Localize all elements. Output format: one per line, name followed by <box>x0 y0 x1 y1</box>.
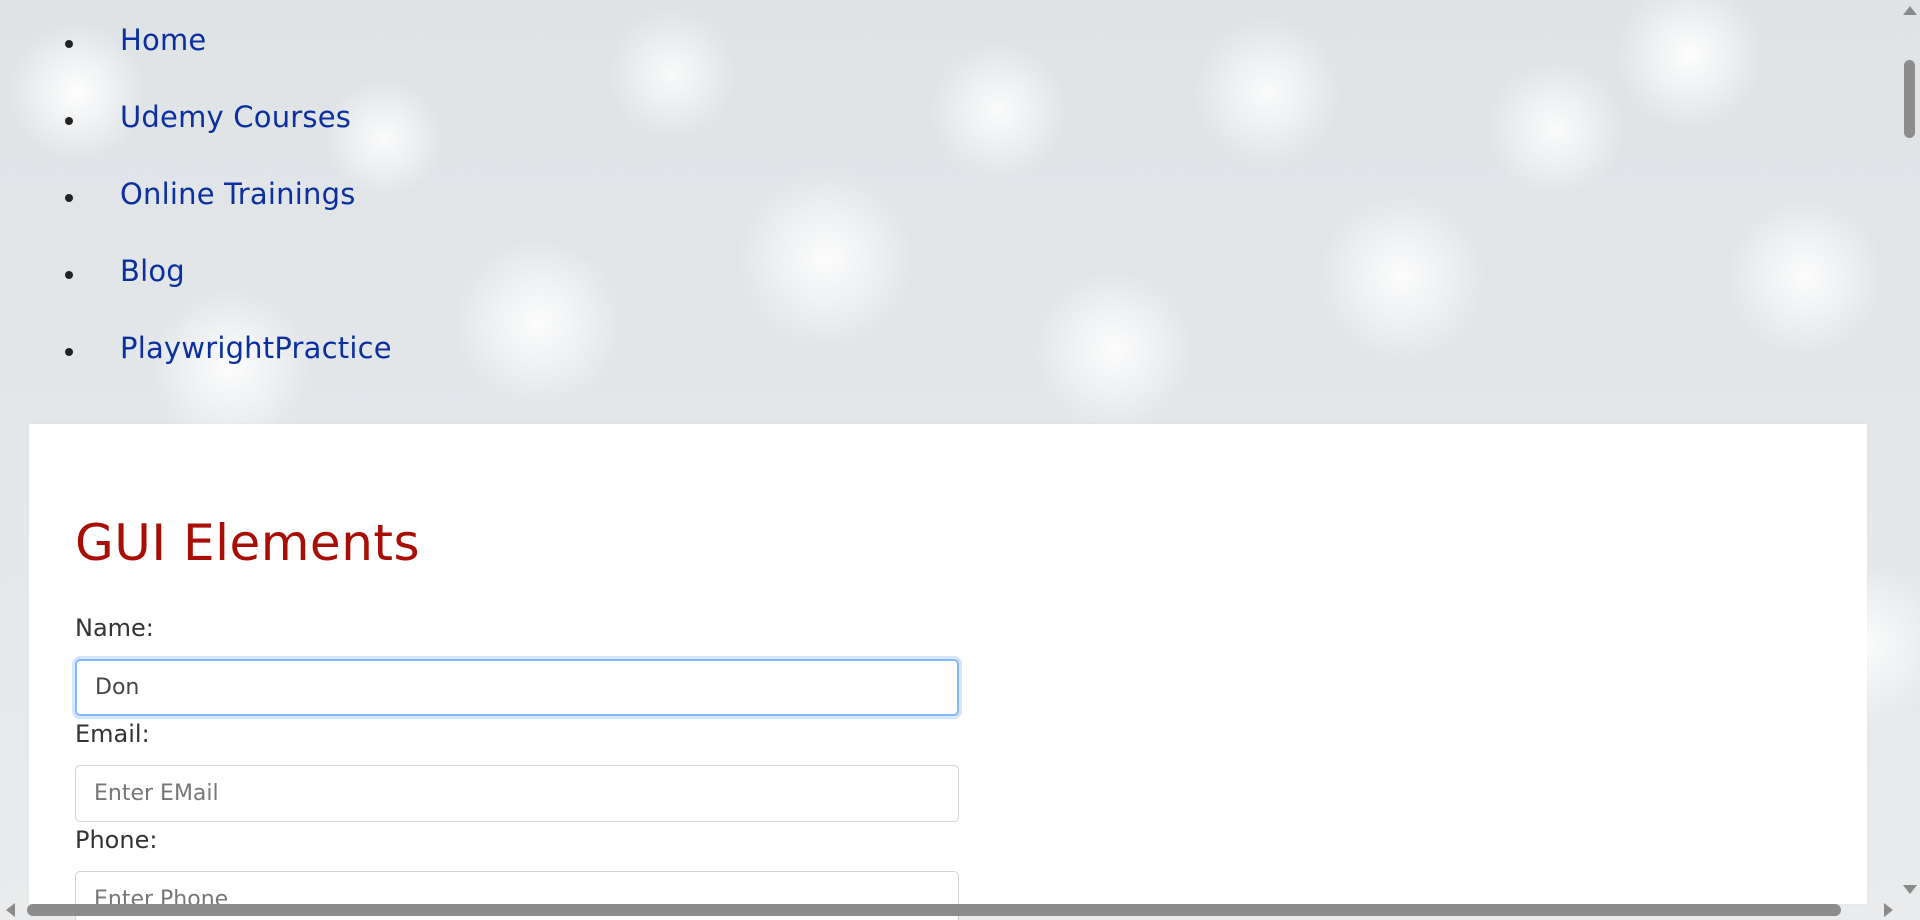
nav-link-playwright-practice[interactable]: PlaywrightPractice <box>120 326 392 363</box>
horizontal-scroll-thumb[interactable] <box>27 904 1841 916</box>
bullet <box>65 194 73 202</box>
nav-link-home[interactable]: Home <box>120 18 206 55</box>
bullet <box>65 117 73 125</box>
name-input[interactable] <box>75 659 959 716</box>
nav-item-playwright-practice: PlaywrightPractice <box>0 326 392 403</box>
scroll-down-arrow-icon[interactable] <box>1903 885 1917 894</box>
bullet <box>65 348 73 356</box>
horizontal-scrollbar[interactable] <box>0 900 1899 920</box>
name-label: Name: <box>75 614 154 642</box>
top-nav: Home Udemy Courses Online Trainings Blog… <box>0 0 392 403</box>
email-label: Email: <box>75 720 150 748</box>
phone-label: Phone: <box>75 826 158 854</box>
nav-item-online-trainings: Online Trainings <box>0 172 392 249</box>
nav-link-online-trainings[interactable]: Online Trainings <box>120 172 356 209</box>
nav-link-blog[interactable]: Blog <box>120 249 185 286</box>
nav-item-udemy-courses: Udemy Courses <box>0 95 392 172</box>
scroll-up-arrow-icon[interactable] <box>1903 6 1917 15</box>
nav-item-blog: Blog <box>0 249 392 326</box>
vertical-scroll-thumb[interactable] <box>1904 60 1915 138</box>
scroll-left-arrow-icon[interactable] <box>6 903 15 917</box>
vertical-scrollbar[interactable] <box>1899 0 1920 900</box>
nav-item-home: Home <box>0 18 392 95</box>
main-panel: GUI Elements Name: Email: Phone: <box>29 424 1867 920</box>
bullet <box>65 271 73 279</box>
page-title: GUI Elements <box>75 514 421 572</box>
scroll-right-arrow-icon[interactable] <box>1884 903 1893 917</box>
nav-link-udemy-courses[interactable]: Udemy Courses <box>120 95 351 132</box>
email-input[interactable] <box>75 765 959 822</box>
bullet <box>65 40 73 48</box>
